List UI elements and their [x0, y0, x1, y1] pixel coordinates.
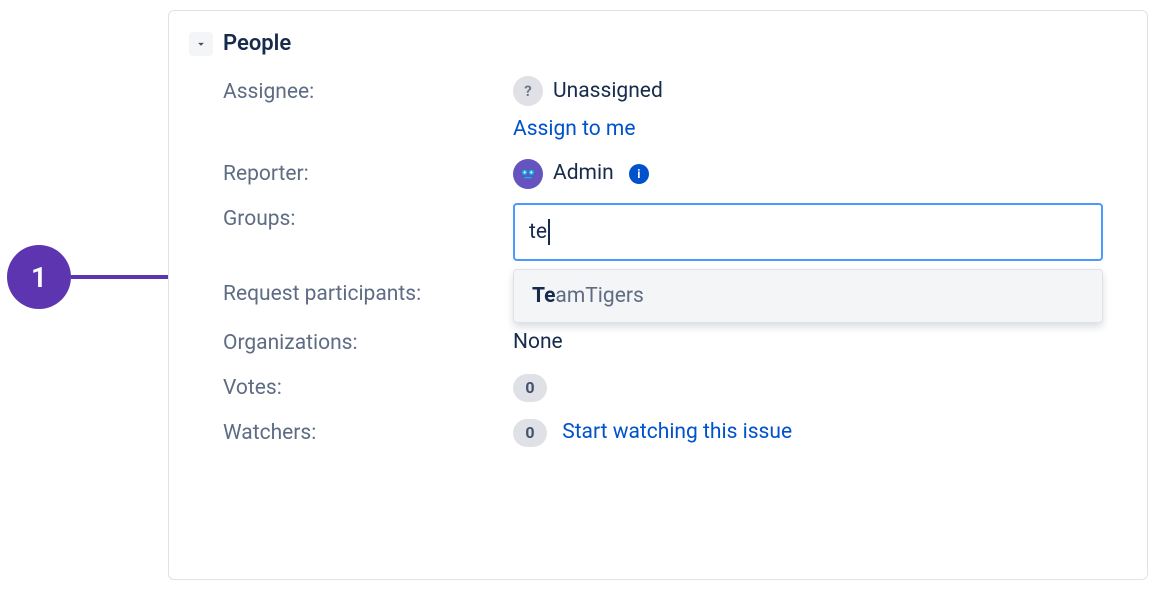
assignee-text: Unassigned: [553, 79, 663, 103]
assignee-label: Assignee:: [223, 76, 513, 107]
groups-value: te TeamTigers: [513, 203, 1147, 323]
votes-count-badge: 0: [513, 374, 547, 402]
assignee-value: ? Unassigned Assign to me: [513, 76, 1147, 144]
organizations-row: Organizations: None: [223, 327, 1147, 358]
watchers-label: Watchers:: [223, 417, 513, 448]
annotation-line: [71, 275, 176, 279]
groups-suggestion-item[interactable]: TeamTigers: [513, 269, 1103, 323]
unassigned-avatar-icon: ?: [513, 76, 543, 106]
reporter-label: Reporter:: [223, 158, 513, 189]
watchers-row: Watchers: 0 Start watching this issue: [223, 417, 1147, 448]
suggestion-match: Te: [532, 284, 555, 308]
admin-avatar-icon: [513, 159, 543, 189]
fields-container: Assignee: ? Unassigned Assign to me Repor…: [223, 76, 1147, 448]
request-participants-label: Request participants:: [223, 279, 423, 309]
suggestion-rest: amTigers: [555, 284, 643, 308]
annotation-callout: 1: [7, 245, 190, 309]
assign-to-me-link[interactable]: Assign to me: [513, 117, 635, 141]
reporter-row: Reporter: Admin i: [223, 158, 1147, 189]
chevron-down-icon[interactable]: [189, 32, 213, 56]
groups-label: Groups:: [223, 203, 513, 234]
section-header[interactable]: People: [189, 31, 1147, 56]
watchers-value: 0 Start watching this issue: [513, 417, 1147, 447]
text-cursor: [548, 219, 550, 245]
organizations-label: Organizations:: [223, 327, 513, 358]
reporter-text: Admin: [553, 161, 614, 185]
watchers-count-badge: 0: [513, 419, 547, 447]
people-panel: People Assignee: ? Unassigned Assign to m…: [168, 10, 1148, 580]
groups-input[interactable]: te: [513, 203, 1103, 261]
start-watching-link[interactable]: Start watching this issue: [562, 420, 792, 444]
groups-input-text: te: [529, 217, 547, 247]
reporter-value: Admin i: [513, 158, 1147, 188]
votes-label: Votes:: [223, 372, 513, 403]
votes-value: 0: [513, 372, 1147, 402]
votes-row: Votes: 0: [223, 372, 1147, 403]
organizations-value: None: [513, 327, 1147, 357]
annotation-number: 1: [7, 245, 71, 309]
assignee-row: Assignee: ? Unassigned Assign to me: [223, 76, 1147, 144]
section-title: People: [223, 31, 291, 56]
info-icon[interactable]: i: [629, 164, 649, 184]
